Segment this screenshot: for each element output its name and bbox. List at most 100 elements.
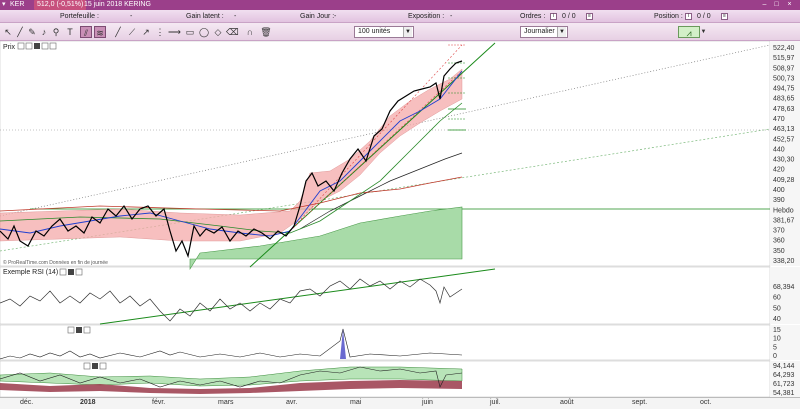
xaxis-tick-label: avr. xyxy=(286,399,298,406)
yaxis-tick-label: 483,65 xyxy=(773,96,795,103)
period-select[interactable]: Journalier ▼ xyxy=(520,26,568,38)
price-change-badge: 512,0 (-0,51%) xyxy=(34,0,87,10)
vol-add-icon[interactable] xyxy=(83,326,91,334)
ordres-info-icon[interactable]: i xyxy=(548,10,557,23)
rsi-panel[interactable] xyxy=(0,266,771,325)
chevron-down-icon[interactable]: ▼ xyxy=(700,26,707,38)
xaxis-tick-label: août xyxy=(560,399,574,406)
yaxis-tick-label: 0 xyxy=(773,353,777,360)
xaxis-tick-label: févr. xyxy=(152,399,166,406)
plus-icon[interactable] xyxy=(49,42,57,50)
xaxis-tick-label: oct. xyxy=(700,399,712,406)
yaxis-tick-label: 350 xyxy=(773,248,785,255)
alert-bell-icon[interactable]: ♪ xyxy=(38,26,50,38)
xaxis-tick-label: 2018 xyxy=(80,399,96,406)
xaxis-tick-label: juil. xyxy=(490,399,501,406)
period-value: Journalier xyxy=(524,28,555,35)
position-list-icon[interactable]: ≡ xyxy=(719,10,728,23)
yaxis-tick-label: 430,30 xyxy=(773,157,795,164)
quantity-select[interactable]: 100 unités ▼ xyxy=(354,26,414,38)
rsi-wrench-icon[interactable] xyxy=(59,268,67,276)
yaxis-tick-label: 61,723 xyxy=(773,381,795,388)
yaxis-tick-label: 494,75 xyxy=(773,86,795,93)
portefeuille-value: - xyxy=(130,13,133,20)
pointer-icon[interactable]: ↖ xyxy=(2,26,14,38)
ichi-close-icon[interactable] xyxy=(92,363,98,369)
close-icon[interactable]: × xyxy=(785,1,794,9)
yaxis-tick-label: 94,144 xyxy=(773,363,795,370)
xaxis-tick-label: mars xyxy=(218,399,234,406)
yaxis-tick-label: 390 xyxy=(773,197,785,204)
portefeuille-label: Portefeuille : xyxy=(60,13,99,20)
xaxis-tick-label: juin xyxy=(422,399,433,406)
chart-area[interactable]: Prix © ProRealTime.com Données en fin de… xyxy=(0,41,800,397)
rectangle-icon[interactable]: ▭ xyxy=(184,26,196,38)
chart-style-icon[interactable]: ⩘ xyxy=(678,26,700,38)
ichi-wrench-icon[interactable] xyxy=(83,362,91,370)
yaxis-tick-label: 420 xyxy=(773,167,785,174)
arrow-tool-icon[interactable]: ↗ xyxy=(140,26,152,38)
xaxis-tick-label: sept. xyxy=(632,399,648,406)
chevron-down-icon: ▼ xyxy=(403,27,412,37)
ichi-add-icon[interactable] xyxy=(99,362,107,370)
yaxis-tick-label: 15 xyxy=(773,327,781,334)
yaxis-tick-label: 54,381 xyxy=(773,390,795,397)
yaxis-tick-label: 5 xyxy=(773,344,777,351)
add-indicator-icon[interactable] xyxy=(41,42,49,50)
wrench-icon[interactable] xyxy=(17,42,25,50)
yaxis-tick-label: Hebdo xyxy=(773,207,794,214)
price-panel-title: Prix xyxy=(3,44,16,51)
yaxis-tick-label: 40 xyxy=(773,316,781,323)
gain-latent-label: Gain latent : xyxy=(186,13,224,20)
quantity-value: 100 unités xyxy=(358,28,391,35)
close-panel-icon[interactable] xyxy=(34,43,40,49)
ordres-list-icon[interactable]: ≡ xyxy=(584,10,593,23)
yaxis-tick-label: 381,67 xyxy=(773,217,795,224)
chevron-down-icon: ▼ xyxy=(557,27,566,37)
yaxis-tick-label: 440 xyxy=(773,146,785,153)
yaxis-tick-label: 470 xyxy=(773,116,785,123)
minimize-icon[interactable]: – xyxy=(760,1,769,9)
maximize-icon[interactable]: □ xyxy=(772,1,781,9)
rsi-panel-title: Exemple RSI (14) xyxy=(3,269,58,276)
vol-close-icon[interactable] xyxy=(76,327,82,333)
yaxis-tick-label: 338,20 xyxy=(773,258,795,265)
rsi-close-icon[interactable] xyxy=(68,269,74,275)
gain-jour-label: Gain Jour : xyxy=(300,13,335,20)
xaxis-tick-label: déc. xyxy=(20,399,34,406)
settings-icon[interactable] xyxy=(25,42,33,50)
yaxis-tick-label: 452,57 xyxy=(773,136,795,143)
summary-bar: Portefeuille : - Gain latent : - Gain Jo… xyxy=(0,10,800,23)
yaxis-tick-label: 515,97 xyxy=(773,55,795,62)
gain-jour-value: - xyxy=(334,13,337,20)
ray-icon[interactable]: ⟶ xyxy=(168,26,181,38)
vol-wrench-icon[interactable] xyxy=(67,326,75,334)
fibonacci-tool-icon[interactable]: ≋ xyxy=(94,26,106,38)
title-bar: ▾ KER 512,0 (-0,51%) 15 juin 2018 KERING… xyxy=(0,0,800,10)
yaxis-tick-label: 463,13 xyxy=(773,126,795,133)
eraser-icon[interactable]: ⌫ xyxy=(226,26,239,38)
channel-icon[interactable]: ⟋ xyxy=(126,26,138,38)
drawing-toolbar: ↖ ╱ ✎ ♪ ⚲ T ⫽ ≋ ╱ ⟋ ↗ ⋮ ⟶ ▭ ◯ ◇ ⌫ ∩ 🗑 10… xyxy=(0,23,800,41)
position-info-icon[interactable]: i xyxy=(683,10,692,23)
rsi-add-icon[interactable] xyxy=(75,268,83,276)
pencil-icon[interactable]: ✎ xyxy=(26,26,38,38)
trash-icon[interactable]: 🗑 xyxy=(260,26,272,38)
magnet-icon[interactable]: ∩ xyxy=(244,26,256,38)
fan-tool-icon[interactable]: ⫽ xyxy=(80,26,92,38)
trendline-icon[interactable]: ╱ xyxy=(112,26,124,38)
polygon-icon[interactable]: ◇ xyxy=(212,26,224,38)
vertical-line-icon[interactable]: ⋮ xyxy=(154,26,166,38)
yaxis-tick-label: 68,394 xyxy=(773,284,795,291)
ordres-label: Ordres : xyxy=(520,13,546,20)
time-axis: déc. 2018 févr. mars avr. mai juin juil. août sep… xyxy=(0,397,800,409)
text-tool-icon[interactable]: T xyxy=(64,26,76,38)
gain-latent-value: - xyxy=(234,13,237,20)
ellipse-icon[interactable]: ◯ xyxy=(198,26,210,38)
yaxis-tick-label: 522,40 xyxy=(773,45,795,52)
app-menu-icon[interactable]: ▾ xyxy=(2,0,6,10)
yaxis-tick-label: 370 xyxy=(773,228,785,235)
line-tool-icon[interactable]: ╱ xyxy=(14,26,26,38)
yaxis-tick-label: 409,28 xyxy=(773,177,795,184)
magnifier-icon[interactable]: ⚲ xyxy=(50,26,62,38)
